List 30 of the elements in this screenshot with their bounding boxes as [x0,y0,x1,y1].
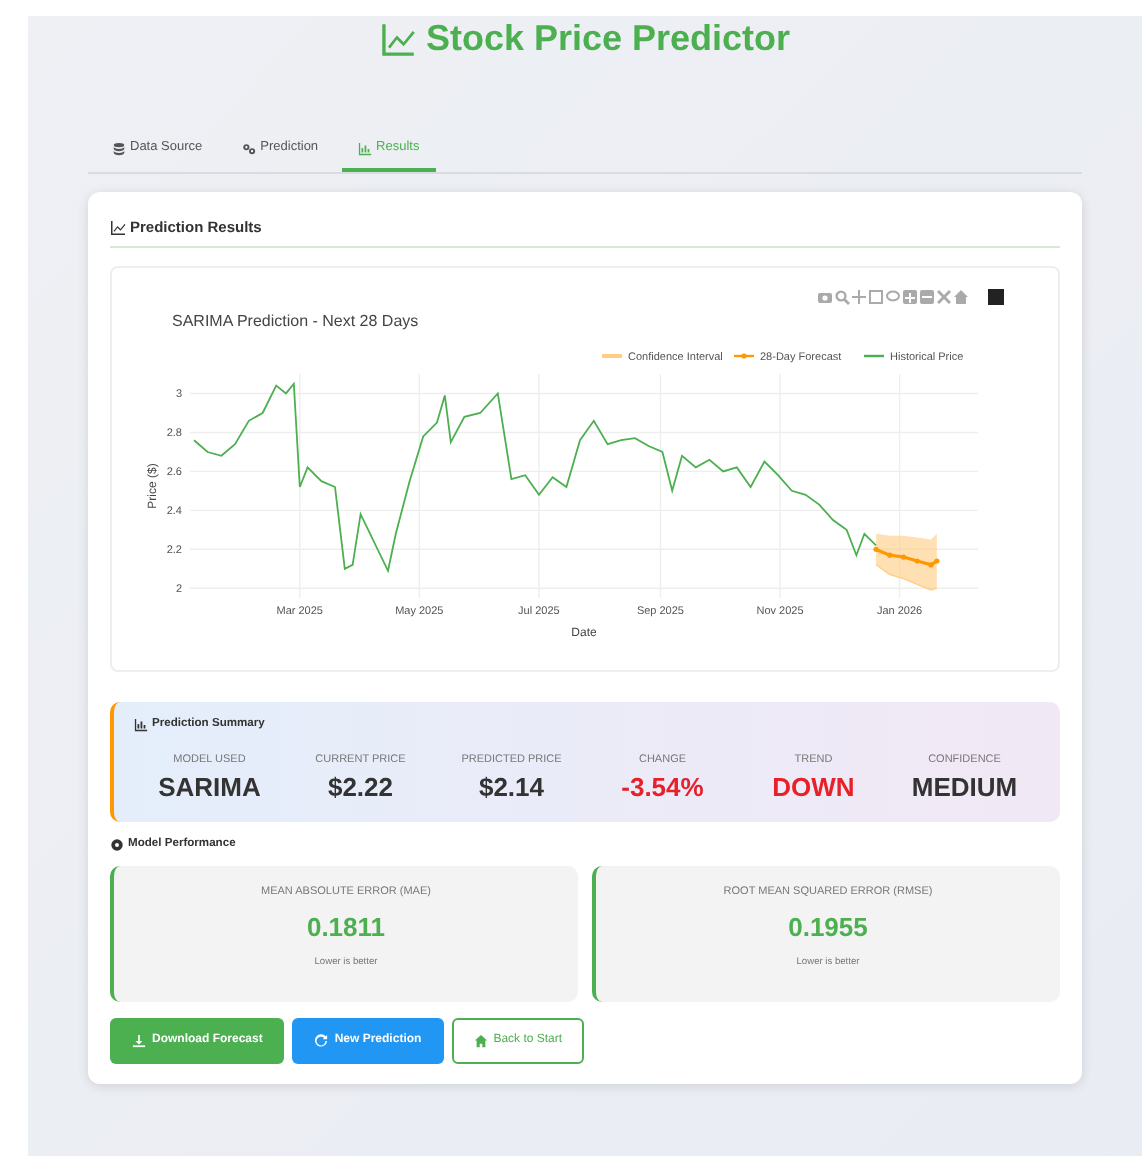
download-icon [132,1033,146,1048]
zoom-out-icon[interactable] [920,290,934,305]
app-title: Stock Price Predictor [425,18,791,58]
refresh-icon [314,1033,329,1048]
gears-icon [242,141,257,156]
legend-swatch[interactable] [734,353,754,360]
zoom-icon[interactable] [835,290,850,306]
logo-icon[interactable] [988,289,1004,306]
chart-title: SARIMA Prediction - Next 28 Days [172,312,419,331]
chart-line-icon [110,219,126,236]
box-select-icon[interactable] [869,290,883,305]
metric-value: 0.1955 [786,912,870,945]
database-icon [112,141,126,156]
band-edge [875,564,938,592]
chart-line-icon [379,22,416,59]
bar-chart-icon [134,718,148,733]
stat-value: $2.14 [476,772,547,805]
stat-value: -3.54% [619,772,706,805]
stat-value: SARIMA [156,772,263,805]
stat-value: DOWN [770,772,857,805]
forecast-line [873,547,940,568]
metric-value: 0.1811 [304,912,388,945]
home-icon [473,1033,488,1048]
stat-value: $2.22 [325,772,396,805]
bar-chart-icon [358,141,373,156]
confidence-band [876,534,937,591]
legend-swatch[interactable] [602,354,622,359]
camera-icon[interactable] [818,293,832,304]
stat-value: MEDIUM [909,772,1020,805]
zoom-in-icon[interactable] [903,290,917,305]
